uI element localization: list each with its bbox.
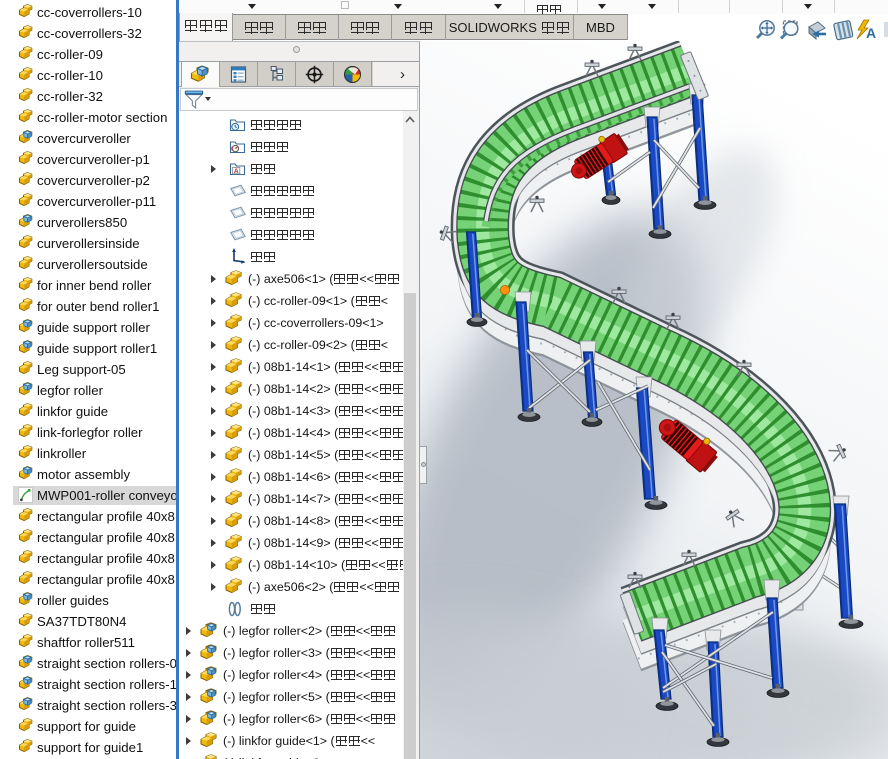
- svg-text:A: A: [866, 25, 876, 41]
